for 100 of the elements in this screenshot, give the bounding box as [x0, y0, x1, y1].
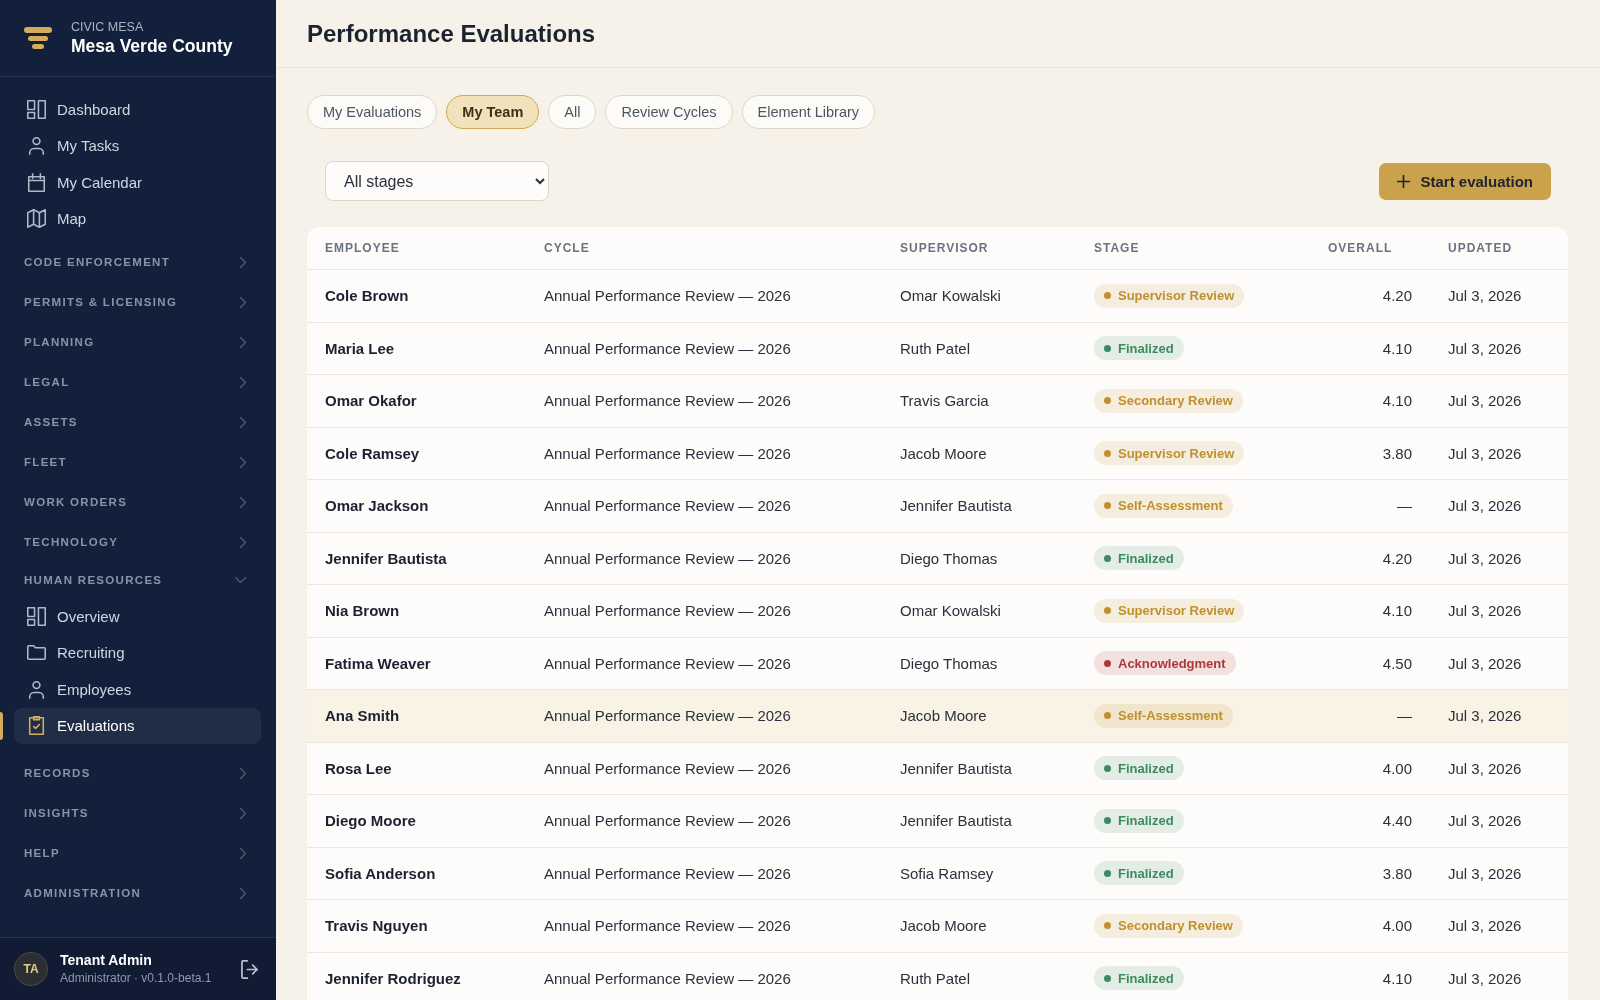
stage-label: Self-Assessment [1118, 708, 1223, 724]
updated-date: Jul 3, 2026 [1448, 864, 1522, 882]
employee-name: Omar Jackson [325, 497, 429, 515]
overall-score: — [1397, 707, 1412, 725]
overall-score: 4.40 [1382, 812, 1412, 830]
section-header[interactable]: ASSETS [0, 402, 276, 442]
map-icon [27, 209, 46, 229]
updated-date: Jul 3, 2026 [1448, 917, 1522, 935]
cycle-name: Annual Performance Review — 2026 [544, 339, 791, 357]
stage-label: Finalized [1118, 865, 1174, 881]
stage-label: Finalized [1118, 970, 1174, 986]
active-indicator [0, 711, 3, 740]
overall-score: — [1397, 497, 1412, 515]
tab[interactable]: My Team [446, 95, 540, 129]
sidebar-item[interactable]: Employees [14, 671, 261, 708]
section-header[interactable]: HELP [0, 833, 276, 873]
stage-label: Supervisor Review [1118, 288, 1235, 304]
updated-date: Jul 3, 2026 [1448, 707, 1522, 725]
section-header[interactable]: PLANNING [0, 322, 276, 362]
brand-name: Mesa Verde County [71, 35, 233, 57]
logout-icon [241, 959, 258, 979]
layout-icon [27, 99, 46, 119]
section-header[interactable]: INSIGHTS [0, 793, 276, 833]
tab[interactable]: Element Library [741, 95, 876, 129]
cycle-name: Annual Performance Review — 2026 [544, 969, 791, 987]
employee-name: Cole Brown [325, 287, 409, 305]
stage-label: Finalized [1118, 813, 1174, 829]
supervisor-name: Jacob Moore [900, 917, 987, 935]
updated-date: Jul 3, 2026 [1448, 812, 1522, 830]
stage-label: Self-Assessment [1118, 498, 1223, 514]
employee-name: Sofia Anderson [325, 864, 436, 882]
table-row[interactable]: Omar Okafor Annual Performance Review — 2026 Travis Garcia Secondary Review 4.10 Jul 3, 2026 [307, 374, 1568, 427]
plus-icon [1397, 174, 1411, 188]
table-row[interactable]: Ana Smith Annual Performance Review — 2026 Jacob Moore Self-Assessment — Jul 3, 2026 [307, 689, 1568, 742]
table-row[interactable]: Diego Moore Annual Performance Review — 2026 Jennifer Bautista Finalized 4.40 Jul 3, 2026 [307, 794, 1568, 847]
tab[interactable]: Review Cycles [605, 95, 733, 129]
overall-score: 4.10 [1382, 602, 1412, 620]
person-icon [27, 679, 46, 699]
sidebar-item[interactable]: My Calendar [14, 164, 261, 201]
stage-label: Secondary Review [1118, 393, 1233, 409]
supervisor-name: Diego Thomas [900, 654, 998, 672]
column-header: CYCLE [543, 241, 590, 255]
table-row[interactable]: Rosa Lee Annual Performance Review — 2026 Jennifer Bautista Finalized 4.00 Jul 3, 2026 [307, 741, 1568, 794]
section-header[interactable]: CODE ENFORCEMENT [0, 242, 276, 282]
section-header[interactable]: PERMITS & LICENSING [0, 282, 276, 322]
updated-date: Jul 3, 2026 [1448, 602, 1522, 620]
sidebar-item[interactable]: Dashboard [14, 91, 261, 128]
cycle-name: Annual Performance Review — 2026 [544, 759, 791, 777]
sidebar-item[interactable]: Recruiting [14, 634, 261, 671]
tab[interactable]: My Evaluations [307, 95, 438, 129]
supervisor-name: Jennifer Bautista [900, 812, 1012, 830]
table-row[interactable]: Maria Lee Annual Performance Review — 2026 Ruth Patel Finalized 4.10 Jul 3, 2026 [307, 321, 1568, 374]
overall-score: 4.20 [1382, 287, 1412, 305]
updated-date: Jul 3, 2026 [1448, 549, 1522, 567]
layout-icon [27, 606, 46, 626]
cycle-name: Annual Performance Review — 2026 [544, 864, 791, 882]
sidebar-item[interactable]: Overview [14, 598, 261, 635]
folder-icon [27, 643, 46, 663]
section-header[interactable]: HUMAN RESOURCES [0, 562, 276, 598]
table-row[interactable]: Jennifer Rodriguez Annual Performance Review — 2026 Ruth Patel Finalized 4.10 Jul 3, 2026 [307, 951, 1568, 1000]
updated-date: Jul 3, 2026 [1448, 287, 1522, 305]
sidebar-item[interactable]: My Tasks [14, 127, 261, 164]
sidebar-item[interactable]: Map [14, 200, 261, 237]
table-row[interactable]: Omar Jackson Annual Performance Review — 2026 Jennifer Bautista Self-Assessment — Jul 3, 2026 [307, 479, 1568, 532]
clipboard-check-icon [27, 716, 46, 736]
sidebar-item[interactable]: Evaluations [14, 707, 261, 744]
overall-score: 4.10 [1382, 969, 1412, 987]
employee-name: Cole Ramsey [325, 444, 420, 462]
logout-button[interactable] [239, 957, 260, 981]
column-header: OVERALL [1327, 241, 1393, 255]
table-row[interactable]: Cole Ramsey Annual Performance Review — 2026 Jacob Moore Supervisor Review 3.80 Jul 3, 2026 [307, 426, 1568, 479]
table-row[interactable]: Travis Nguyen Annual Performance Review — 2026 Jacob Moore Secondary Review 4.00 Jul 3, 2026 [307, 899, 1568, 952]
table-row[interactable]: Nia Brown Annual Performance Review — 2026 Omar Kowalski Supervisor Review 4.10 Jul 3, 2026 [307, 584, 1568, 637]
employee-name: Travis Nguyen [325, 917, 428, 935]
section-header[interactable]: LEGAL [0, 362, 276, 402]
table-row[interactable]: Cole Brown Annual Performance Review — 2026 Omar Kowalski Supervisor Review 4.20 Jul 3, 2026 [307, 269, 1568, 322]
overall-score: 4.00 [1382, 759, 1412, 777]
cycle-name: Annual Performance Review — 2026 [544, 444, 791, 462]
employee-name: Jennifer Bautista [325, 549, 447, 567]
section-header[interactable]: ADMINISTRATION [0, 873, 276, 913]
cycle-name: Annual Performance Review — 2026 [544, 707, 791, 725]
section-header[interactable]: TECHNOLOGY [0, 522, 276, 562]
stage-select[interactable]: All stages [325, 161, 549, 201]
supervisor-name: Diego Thomas [900, 549, 998, 567]
section-header[interactable]: WORK ORDERS [0, 482, 276, 522]
stage-label: Secondary Review [1118, 918, 1233, 934]
section-header[interactable]: FLEET [0, 442, 276, 482]
employee-name: Omar Okafor [325, 392, 417, 410]
cycle-name: Annual Performance Review — 2026 [544, 602, 791, 620]
overall-score: 3.80 [1382, 864, 1412, 882]
cycle-name: Annual Performance Review — 2026 [544, 654, 791, 672]
start-evaluation-button[interactable]: Start evaluation [1379, 162, 1551, 200]
table-row[interactable]: Sofia Anderson Annual Performance Review — 2026 Sofia Ramsey Finalized 3.80 Jul 3, 2026 [307, 846, 1568, 899]
section-header[interactable]: RECORDS [0, 753, 276, 793]
supervisor-name: Omar Kowalski [900, 287, 1001, 305]
tab[interactable]: All [548, 95, 597, 129]
person-icon [27, 136, 46, 156]
table-row[interactable]: Jennifer Bautista Annual Performance Review — 2026 Diego Thomas Finalized 4.20 Jul 3, 2026 [307, 531, 1568, 584]
avatar: TA [14, 952, 48, 986]
cycle-name: Annual Performance Review — 2026 [544, 812, 791, 830]
